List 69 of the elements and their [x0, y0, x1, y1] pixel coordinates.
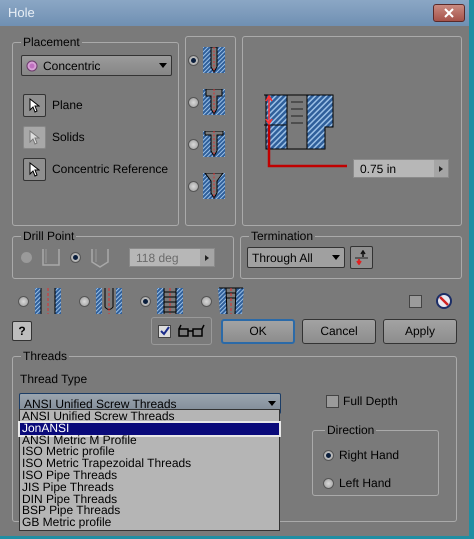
list-item[interactable]: JonANSI — [20, 422, 279, 435]
no-symbol-icon — [436, 293, 452, 309]
list-item[interactable]: BSP Pipe Threads — [20, 505, 279, 518]
thread-style-icon — [155, 287, 185, 315]
check-icon — [160, 326, 170, 336]
termination-dropdown[interactable]: Through All — [247, 247, 345, 268]
checkbox[interactable] — [409, 294, 422, 308]
close-button[interactable] — [433, 4, 465, 22]
hole-section-drawing — [264, 94, 334, 150]
radio-button[interactable] — [188, 138, 199, 150]
flip-button[interactable] — [350, 246, 373, 269]
dialog-button[interactable]: OK — [221, 318, 295, 344]
hole-icon — [203, 47, 225, 73]
pointer-icon — [29, 162, 40, 177]
thread-style-icon — [33, 287, 63, 315]
radio-button[interactable] — [18, 296, 29, 306]
placement-dropdown[interactable]: Concentric — [21, 55, 172, 76]
pointer-icon — [29, 98, 40, 113]
drill-point-icon — [40, 246, 62, 269]
hole-icon — [203, 89, 225, 115]
drill-point-icon — [89, 246, 111, 269]
depth-field[interactable]: 0.75 in — [353, 159, 449, 178]
radio-button[interactable] — [323, 450, 334, 460]
field-label: Thread Type — [20, 371, 88, 388]
thread-style-icon — [94, 287, 124, 315]
reference-label: Concentric Reference — [52, 161, 168, 178]
list-item[interactable]: JIS Pipe Threads — [20, 482, 279, 494]
select-button[interactable] — [23, 94, 46, 117]
help-button[interactable]: ? — [12, 321, 32, 341]
radio-label: Right Hand — [339, 447, 400, 464]
hole-icon — [203, 131, 225, 157]
list-item[interactable]: GB Metric profile — [20, 517, 279, 529]
list-item[interactable]: ISO Metric profile — [20, 446, 279, 458]
radio-button[interactable] — [201, 296, 212, 306]
radio-button[interactable] — [140, 296, 151, 306]
close-icon — [444, 8, 454, 18]
thread-style-icon — [216, 287, 246, 315]
group-title: Threads — [22, 350, 68, 362]
radio-button[interactable] — [79, 296, 90, 306]
hole-icon — [203, 173, 225, 199]
reference-label: Solids — [52, 129, 85, 146]
select-button[interactable] — [23, 158, 46, 181]
reference-label: Plane — [52, 97, 83, 114]
radio-label: Left Hand — [339, 475, 392, 492]
pointer-icon — [29, 130, 40, 145]
list-item[interactable]: DIN Pipe Threads — [20, 494, 279, 506]
group-title: Drill Point — [22, 230, 76, 242]
concentric-icon — [26, 60, 38, 72]
group-title: Placement — [22, 36, 81, 48]
group-title: Direction — [326, 424, 376, 436]
window-title: Hole — [8, 4, 35, 22]
list-item[interactable]: ISO Pipe Threads — [20, 470, 279, 482]
checkbox[interactable] — [326, 394, 339, 408]
radio-button[interactable] — [188, 54, 199, 66]
list-item[interactable]: ISO Metric Trapezoidal Threads — [20, 458, 279, 470]
checkbox[interactable] — [158, 324, 171, 338]
radio-button[interactable] — [188, 96, 199, 108]
dialog-button[interactable]: Apply — [383, 318, 457, 344]
preview-toggle[interactable] — [151, 317, 212, 345]
checkbox-label: Full Depth — [343, 393, 398, 410]
radio-button[interactable] — [323, 478, 334, 488]
dialog-button[interactable]: Cancel — [302, 318, 376, 344]
list-item[interactable]: ANSI Unified Screw Threads — [20, 411, 279, 423]
radio-button[interactable] — [70, 252, 81, 263]
group-title: Termination — [250, 230, 314, 242]
glasses-icon — [177, 324, 205, 338]
radio-button[interactable] — [188, 180, 199, 192]
flip-arrows-icon — [354, 250, 369, 265]
list-item[interactable]: ANSI Metric M Profile — [20, 434, 279, 446]
